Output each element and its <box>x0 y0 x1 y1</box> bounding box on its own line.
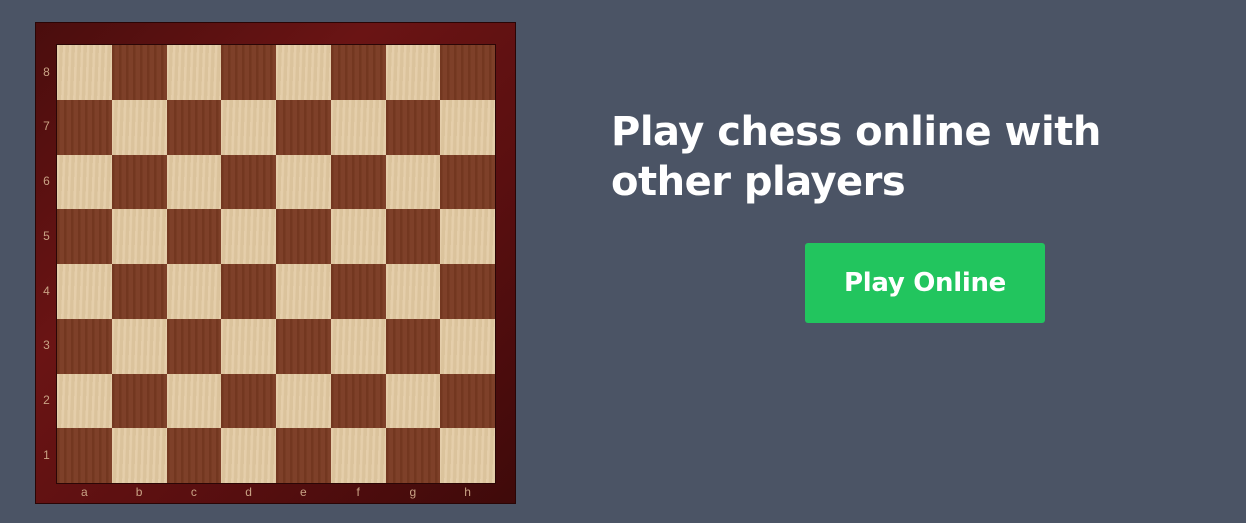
square-d8[interactable] <box>221 45 276 100</box>
file-label-f: f <box>356 485 360 499</box>
file-label-e: e <box>300 485 307 499</box>
square-f2[interactable] <box>330 373 386 429</box>
square-e6[interactable] <box>276 154 331 210</box>
square-e8[interactable] <box>276 45 331 100</box>
square-a7[interactable] <box>57 99 112 155</box>
square-h3[interactable] <box>440 318 495 374</box>
square-c3[interactable] <box>166 318 222 374</box>
square-a4[interactable] <box>57 264 112 319</box>
square-e2[interactable] <box>276 373 331 429</box>
square-d3[interactable] <box>221 318 276 374</box>
square-g4[interactable] <box>385 264 441 319</box>
square-g7[interactable] <box>385 99 441 155</box>
square-a2[interactable] <box>57 373 112 429</box>
square-c5[interactable] <box>166 209 222 264</box>
square-h1[interactable] <box>440 428 495 483</box>
rank-label-7: 7 <box>43 119 50 133</box>
square-e5[interactable] <box>276 209 331 264</box>
square-d7[interactable] <box>221 99 276 155</box>
square-h8[interactable] <box>440 45 495 100</box>
square-b7[interactable] <box>111 99 167 155</box>
play-online-button[interactable]: Play Online <box>805 243 1045 323</box>
square-c2[interactable] <box>166 373 222 429</box>
square-f8[interactable] <box>330 45 386 100</box>
square-e3[interactable] <box>276 318 331 374</box>
rank-label-4: 4 <box>43 284 50 298</box>
board-squares <box>57 45 495 483</box>
square-d5[interactable] <box>221 209 276 264</box>
square-e7[interactable] <box>276 99 331 155</box>
square-b6[interactable] <box>111 154 167 210</box>
square-f6[interactable] <box>330 154 386 210</box>
square-f7[interactable] <box>330 99 386 155</box>
square-d2[interactable] <box>221 373 276 429</box>
square-a6[interactable] <box>57 154 112 210</box>
square-h4[interactable] <box>440 264 495 319</box>
square-h5[interactable] <box>440 209 495 264</box>
file-label-c: c <box>190 485 197 499</box>
square-g3[interactable] <box>385 318 441 374</box>
square-c1[interactable] <box>166 428 222 483</box>
square-g6[interactable] <box>385 154 441 210</box>
square-f1[interactable] <box>330 428 386 483</box>
file-label-g: g <box>409 485 417 499</box>
square-h6[interactable] <box>440 154 495 210</box>
rank-label-8: 8 <box>43 65 50 79</box>
file-label-d: d <box>245 485 252 499</box>
square-b5[interactable] <box>111 209 167 264</box>
file-label-b: b <box>135 485 143 499</box>
page-headline: Play chess online with other players <box>611 109 1101 205</box>
square-b3[interactable] <box>111 318 167 374</box>
square-a3[interactable] <box>57 318 112 374</box>
file-label-a: a <box>81 485 88 499</box>
square-h7[interactable] <box>440 99 495 155</box>
square-a5[interactable] <box>57 209 112 264</box>
chess-board: 8 7 6 5 4 3 2 1 a b c d e f g h <box>35 22 516 504</box>
square-d4[interactable] <box>221 264 276 319</box>
square-b8[interactable] <box>111 45 167 100</box>
rank-label-5: 5 <box>43 229 50 243</box>
square-h2[interactable] <box>440 373 495 429</box>
square-c6[interactable] <box>166 154 222 210</box>
square-f5[interactable] <box>330 209 386 264</box>
square-f4[interactable] <box>330 264 386 319</box>
square-d1[interactable] <box>221 428 276 483</box>
square-a1[interactable] <box>57 428 112 483</box>
rank-label-6: 6 <box>43 174 50 188</box>
square-g5[interactable] <box>385 209 441 264</box>
square-a8[interactable] <box>57 45 112 100</box>
square-g2[interactable] <box>385 373 441 429</box>
square-b1[interactable] <box>111 428 167 483</box>
square-e4[interactable] <box>276 264 331 319</box>
square-e1[interactable] <box>276 428 331 483</box>
square-b4[interactable] <box>111 264 167 319</box>
square-c4[interactable] <box>166 264 222 319</box>
square-g8[interactable] <box>385 45 441 100</box>
square-g1[interactable] <box>385 428 441 483</box>
square-d6[interactable] <box>221 154 276 210</box>
square-f3[interactable] <box>330 318 386 374</box>
square-c8[interactable] <box>166 45 222 100</box>
file-label-h: h <box>464 485 471 499</box>
square-c7[interactable] <box>166 99 222 155</box>
rank-label-2: 2 <box>43 393 50 407</box>
rank-label-3: 3 <box>43 338 50 352</box>
rank-label-1: 1 <box>43 448 50 462</box>
square-b2[interactable] <box>111 373 167 429</box>
